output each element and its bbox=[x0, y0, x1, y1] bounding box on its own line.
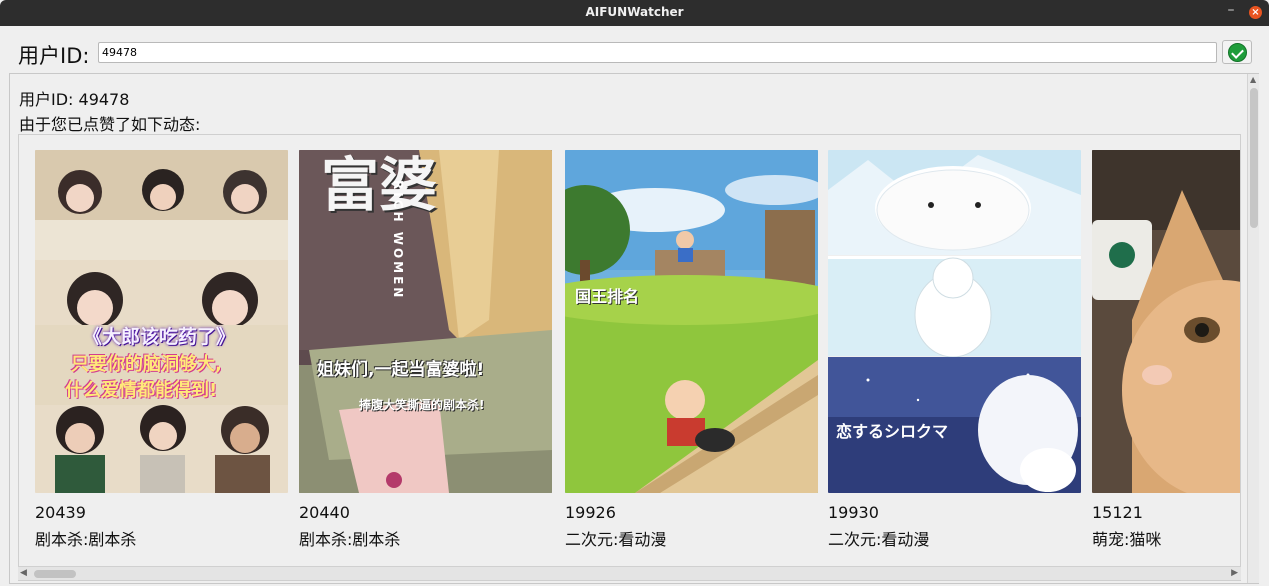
minimize-icon[interactable]: – bbox=[1224, 3, 1238, 19]
scroll-up-icon[interactable]: ▲ bbox=[1250, 75, 1256, 84]
cat-photo-image bbox=[1092, 150, 1240, 493]
app-window: AIFUNWatcher – × 用户ID: 用户ID: 49478 由于您已点… bbox=[0, 0, 1269, 586]
check-circle-icon bbox=[1228, 43, 1247, 62]
scroll-right-icon[interactable]: ▶ bbox=[1231, 568, 1238, 578]
vertical-scrollbar[interactable]: ▲ bbox=[1247, 74, 1259, 583]
post-thumbnail[interactable]: 《大郎该吃药了》 只要你的脑洞够大, 什么爱情都能得到! bbox=[35, 150, 288, 493]
post-category: 剧本杀:剧本杀 bbox=[35, 530, 137, 549]
title-bar: AIFUNWatcher – × bbox=[0, 0, 1269, 26]
close-icon[interactable]: × bbox=[1249, 6, 1262, 19]
post-category: 二次元:看动漫 bbox=[565, 530, 667, 549]
poster-line-2: 什么爱情都能得到! bbox=[65, 380, 218, 401]
post-id: 20440 bbox=[299, 503, 350, 522]
post-category: 剧本杀:剧本杀 bbox=[299, 530, 401, 549]
horizontal-scroll-thumb[interactable] bbox=[34, 570, 76, 578]
window-title: AIFUNWatcher bbox=[585, 5, 684, 19]
post-id: 19926 bbox=[565, 503, 616, 522]
liked-post-card[interactable]: 恋するシロクマ 19930 二次元:看动漫 bbox=[828, 150, 1081, 550]
results-scroll-area[interactable]: 用户ID: 49478 由于您已点赞了如下动态: 《大郎该吃药了》 只要你的脑洞… bbox=[9, 73, 1259, 584]
liked-post-card[interactable]: 富婆 RICH WOMEN 姐妹们,一起当富婆啦! 捧腹大笑撕逼的剧本杀! 20… bbox=[299, 150, 552, 550]
poster-english-title: RICH WOMEN bbox=[391, 180, 405, 301]
ranking-of-kings-image bbox=[565, 150, 818, 493]
poster-headline: 《大郎该吃药了》 bbox=[83, 326, 236, 348]
post-thumbnail[interactable]: 富婆 RICH WOMEN 姐妹们,一起当富婆啦! 捧腹大笑撕逼的剧本杀! bbox=[299, 150, 552, 493]
post-category: 二次元:看动漫 bbox=[828, 530, 930, 549]
liked-post-card[interactable]: 《大郎该吃药了》 只要你的脑洞够大, 什么爱情都能得到! 20439 剧本杀:剧… bbox=[35, 150, 288, 550]
post-thumbnail[interactable]: 恋するシロクマ bbox=[828, 150, 1081, 493]
confirm-button[interactable] bbox=[1222, 40, 1252, 64]
user-id-label: 用户ID: bbox=[18, 44, 90, 68]
post-thumbnail[interactable] bbox=[1092, 150, 1240, 493]
poster-headline: 恋するシロクマ bbox=[836, 422, 949, 441]
poster-line-1: 只要你的脑洞够大, bbox=[71, 354, 222, 375]
liked-post-card[interactable]: 国王排名 19926 二次元:看动漫 bbox=[565, 150, 818, 550]
post-id: 20439 bbox=[35, 503, 86, 522]
horizontal-scrollbar[interactable]: ◀ ▶ bbox=[18, 566, 1241, 580]
scroll-left-icon[interactable]: ◀ bbox=[20, 568, 27, 578]
poster-line-2: 捧腹大笑撕逼的剧本杀! bbox=[359, 398, 485, 412]
user-id-input[interactable] bbox=[98, 42, 1217, 63]
post-thumbnail[interactable]: 国王排名 bbox=[565, 150, 818, 493]
vertical-scroll-thumb[interactable] bbox=[1250, 88, 1258, 228]
post-category: 萌宠:猫咪 bbox=[1092, 530, 1162, 549]
post-id: 19930 bbox=[828, 503, 879, 522]
result-intro-line: 由于您已点赞了如下动态: bbox=[19, 115, 201, 134]
poster-line-1: 姐妹们,一起当富婆啦! bbox=[317, 360, 485, 380]
post-id: 15121 bbox=[1092, 503, 1143, 522]
result-user-line: 用户ID: 49478 bbox=[19, 90, 130, 109]
poster-headline: 国王排名 bbox=[575, 287, 640, 306]
liked-post-card[interactable]: 15121 萌宠:猫咪 bbox=[1092, 150, 1240, 550]
liked-posts-gallery: 《大郎该吃药了》 只要你的脑洞够大, 什么爱情都能得到! 20439 剧本杀:剧… bbox=[18, 134, 1241, 581]
poster-headline: 富婆 bbox=[321, 151, 438, 219]
